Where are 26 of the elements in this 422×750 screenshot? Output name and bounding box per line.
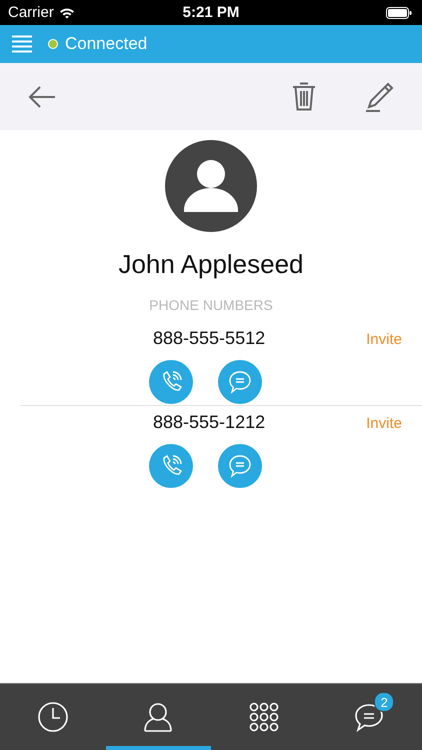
- carrier-label: Carrier: [8, 4, 54, 21]
- back-icon[interactable]: [28, 86, 56, 108]
- call-button[interactable]: [149, 444, 193, 488]
- wifi-icon: [58, 6, 75, 18]
- phone-number: 888-555-5512: [152, 328, 266, 350]
- connection-status: Connected: [65, 34, 148, 54]
- menu-icon[interactable]: [12, 35, 32, 53]
- message-button[interactable]: [218, 444, 262, 488]
- edit-icon[interactable]: [364, 82, 394, 112]
- invite-link[interactable]: Invite: [366, 331, 402, 405]
- call-button[interactable]: [149, 360, 193, 404]
- invite-link[interactable]: Invite: [366, 415, 402, 489]
- chat-icon: [227, 453, 253, 479]
- message-button[interactable]: [218, 360, 262, 404]
- unread-badge: 2: [374, 692, 394, 712]
- chat-icon: [227, 369, 253, 395]
- section-title: PHONE NUMBERS: [149, 297, 273, 313]
- clock-time: 5:21 PM: [182, 4, 240, 21]
- clock-icon: [36, 701, 69, 733]
- contact-name: John Appleseed: [118, 249, 304, 280]
- trash-icon[interactable]: [292, 82, 316, 111]
- keypad-icon: [248, 702, 279, 732]
- phone-number: 888-555-1212: [152, 412, 266, 434]
- avatar-icon: [165, 140, 257, 232]
- battery-icon: [386, 6, 412, 18]
- person-icon: [142, 701, 174, 733]
